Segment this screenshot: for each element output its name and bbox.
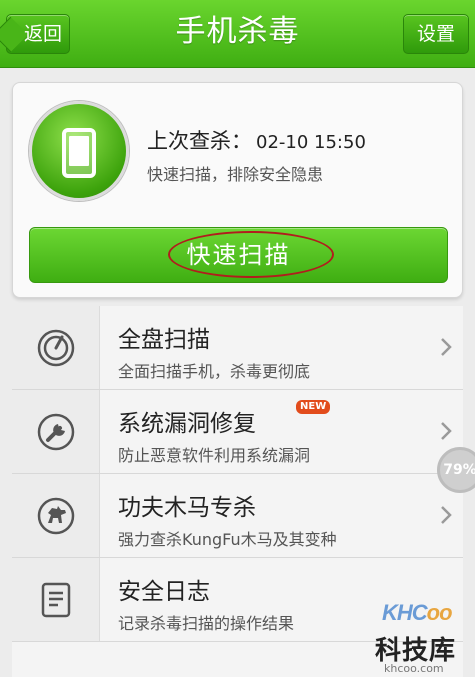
list-item-desc: 防止恶意软件利用系统漏洞 xyxy=(118,446,311,465)
watermark-logo-a: KHC xyxy=(382,600,428,625)
last-scan-label: 上次查杀： xyxy=(147,129,252,153)
list-item-title: 全盘扫描 xyxy=(118,327,210,353)
last-scan-info: 上次查杀： 02-10 15:50 xyxy=(147,125,366,155)
chevron-right-icon xyxy=(441,422,452,440)
phone-icon xyxy=(62,128,96,178)
full-scan-icon xyxy=(37,329,75,367)
chevron-right-icon xyxy=(441,338,452,356)
wrench-icon xyxy=(37,413,75,451)
log-icon xyxy=(41,582,71,618)
watermark-logo-b: oo xyxy=(426,600,453,625)
quick-scan-button[interactable]: 快速扫描 xyxy=(29,227,448,283)
chevron-right-icon xyxy=(441,506,452,524)
list-item-desc: 全面扫描手机，杀毒更彻底 xyxy=(118,362,311,381)
list-item-title: 系统漏洞修复 xyxy=(118,411,256,437)
list-item-desc: 记录杀毒扫描的操作结果 xyxy=(118,614,295,633)
settings-button[interactable]: 设置 xyxy=(403,14,469,54)
security-status-icon xyxy=(29,101,129,201)
scan-subtitle: 快速扫描，排除安全隐患 xyxy=(147,165,324,184)
list-item-full-scan[interactable]: 全盘扫描 全面扫描手机，杀毒更彻底 xyxy=(12,306,463,390)
list-item-desc: 强力查杀KungFu木马及其变种 xyxy=(118,530,337,549)
list-item-kungfu-trojan[interactable]: 功夫木马专杀 强力查杀KungFu木马及其变种 xyxy=(12,474,463,558)
app-header: 返回 手机杀毒 设置 xyxy=(0,0,475,68)
scan-summary-card: 上次查杀： 02-10 15:50 快速扫描，排除安全隐患 快速扫描 xyxy=(12,82,463,298)
list-item-vuln-fix[interactable]: 系统漏洞修复 NEW 防止恶意软件利用系统漏洞 xyxy=(12,390,463,474)
horse-icon xyxy=(37,497,75,535)
new-badge: NEW xyxy=(296,400,331,414)
annotation-ellipse xyxy=(168,231,334,278)
watermark-url: khcoo.com xyxy=(384,662,444,675)
last-scan-time: 02-10 15:50 xyxy=(256,132,366,153)
watermark-logo: KHCoo xyxy=(382,600,453,626)
list-item-title: 功夫木马专杀 xyxy=(118,495,256,521)
memory-percent-badge[interactable]: 79% xyxy=(437,447,475,493)
list-item-title: 安全日志 xyxy=(118,579,210,605)
